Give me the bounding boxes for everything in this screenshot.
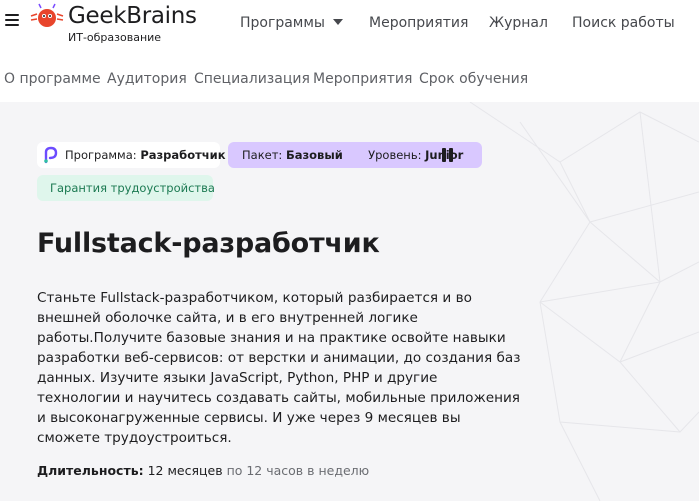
subnav-specialization[interactable]: Специализация bbox=[194, 71, 310, 87]
nav-events[interactable]: Мероприятия bbox=[369, 15, 468, 31]
nav-journal[interactable]: Журнал bbox=[489, 15, 548, 31]
package-value: Базовый bbox=[285, 148, 343, 162]
menu-icon[interactable] bbox=[5, 14, 19, 26]
program-chip: Программа: Разработчик bbox=[37, 142, 226, 168]
logo-subtitle: ИТ-образование bbox=[68, 31, 162, 44]
package-level-chip: Пакет: Базовый Уровень: Junior bbox=[228, 142, 482, 168]
section-nav: О программе Аудитория Специализация Меро… bbox=[0, 50, 699, 102]
level-label: Уровень: bbox=[368, 148, 422, 162]
duration-rest: по 12 часов в неделю bbox=[226, 463, 370, 478]
duration-value: 12 месяцев bbox=[147, 463, 223, 478]
subnav-events[interactable]: Мероприятия bbox=[313, 71, 412, 87]
course-duration: Длительность: 12 месяцев по 12 часов в н… bbox=[37, 463, 369, 478]
subnav-audience[interactable]: Аудитория bbox=[107, 71, 187, 87]
geekbrains-logo-icon[interactable] bbox=[27, 2, 67, 28]
nav-job-search[interactable]: Поиск работы bbox=[572, 15, 675, 31]
program-value: Разработчик bbox=[140, 148, 226, 162]
course-description: Станьте Fullstack-разработчиком, который… bbox=[37, 290, 521, 446]
site-header: GeekBrains ИТ-образование Программы Меро… bbox=[0, 0, 699, 50]
nav-programs-label: Программы bbox=[240, 15, 325, 31]
logo-name[interactable]: GeekBrains bbox=[68, 3, 197, 29]
course-title: Fullstack-разработчик bbox=[37, 228, 380, 259]
subnav-about[interactable]: О программе bbox=[4, 71, 101, 87]
duration-label: Длительность: bbox=[37, 463, 144, 478]
package-label: Пакет: bbox=[242, 148, 283, 162]
chevron-down-icon bbox=[332, 19, 343, 25]
nav-programs[interactable]: Программы bbox=[240, 15, 343, 31]
subnav-duration[interactable]: Срок обучения bbox=[419, 71, 528, 87]
program-label: Программа: bbox=[65, 148, 137, 162]
program-logo-icon bbox=[43, 146, 59, 164]
level-bars-icon bbox=[442, 148, 454, 162]
job-guarantee-badge: Гарантия трудоустройства bbox=[37, 175, 215, 201]
course-hero: Программа: Разработчик Пакет: Базовый Ур… bbox=[0, 102, 699, 501]
